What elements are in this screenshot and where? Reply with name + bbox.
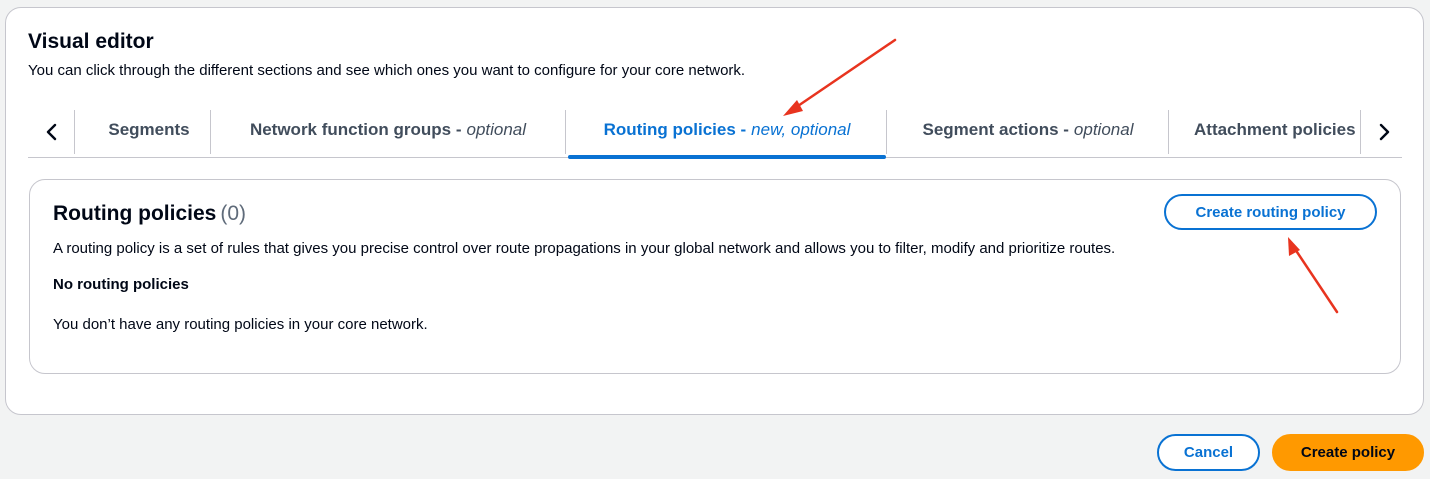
tab-label: Segment actions - <box>922 120 1069 139</box>
routing-policies-title: Routing policies <box>53 202 217 225</box>
tab-divider <box>74 110 75 154</box>
tab-attachment-policies[interactable]: Attachment policies <box>1188 102 1356 158</box>
tab-network-function-groups[interactable]: Network function groups - optional <box>211 102 565 158</box>
chevron-right-icon <box>1379 123 1390 141</box>
routing-policies-description: A routing policy is a set of rules that … <box>53 240 1116 257</box>
create-routing-policy-button[interactable]: Create routing policy <box>1164 194 1377 230</box>
tab-scroll-left-button[interactable] <box>34 112 70 152</box>
empty-state-title: No routing policies <box>53 276 189 293</box>
empty-state-description: You don’t have any routing policies in y… <box>53 316 428 333</box>
chevron-left-icon <box>46 123 57 141</box>
visual-editor-title: Visual editor <box>28 30 154 53</box>
tab-scroll-right-button[interactable] <box>1366 112 1402 152</box>
tab-segment-actions[interactable]: Segment actions - optional <box>888 102 1168 158</box>
tab-label: Segments <box>108 120 190 139</box>
create-policy-button[interactable]: Create policy <box>1272 434 1424 471</box>
visual-editor-description: You can click through the different sect… <box>28 62 746 79</box>
cancel-button[interactable]: Cancel <box>1157 434 1260 471</box>
tab-optional-tag: optional <box>466 120 527 139</box>
tab-divider <box>565 110 566 154</box>
tab-segments[interactable]: Segments <box>88 102 210 158</box>
tab-label: Routing policies - <box>603 120 747 139</box>
routing-policies-count: (0) <box>220 202 247 225</box>
tab-divider <box>1168 110 1169 154</box>
routing-policies-container: Routing policies (0) Create routing polic… <box>29 179 1401 374</box>
routing-policies-heading: Routing policies (0) <box>53 202 246 226</box>
tab-routing-policies[interactable]: Routing policies - new, optional <box>568 102 886 159</box>
tab-bar: Segments Network function groups - optio… <box>28 102 1402 159</box>
tab-label: Attachment policies <box>1194 120 1356 139</box>
tab-divider <box>886 110 887 154</box>
visual-editor-panel: Visual editor You can click through the … <box>5 7 1424 415</box>
tab-optional-tag: optional <box>1073 120 1134 139</box>
tab-label: Network function groups - <box>249 120 462 139</box>
tab-optional-tag: new, optional <box>751 120 851 139</box>
active-tab-indicator <box>568 155 886 159</box>
tab-divider <box>1360 110 1361 154</box>
tab-attachment-policies-clip: Attachment policies <box>1188 102 1360 158</box>
